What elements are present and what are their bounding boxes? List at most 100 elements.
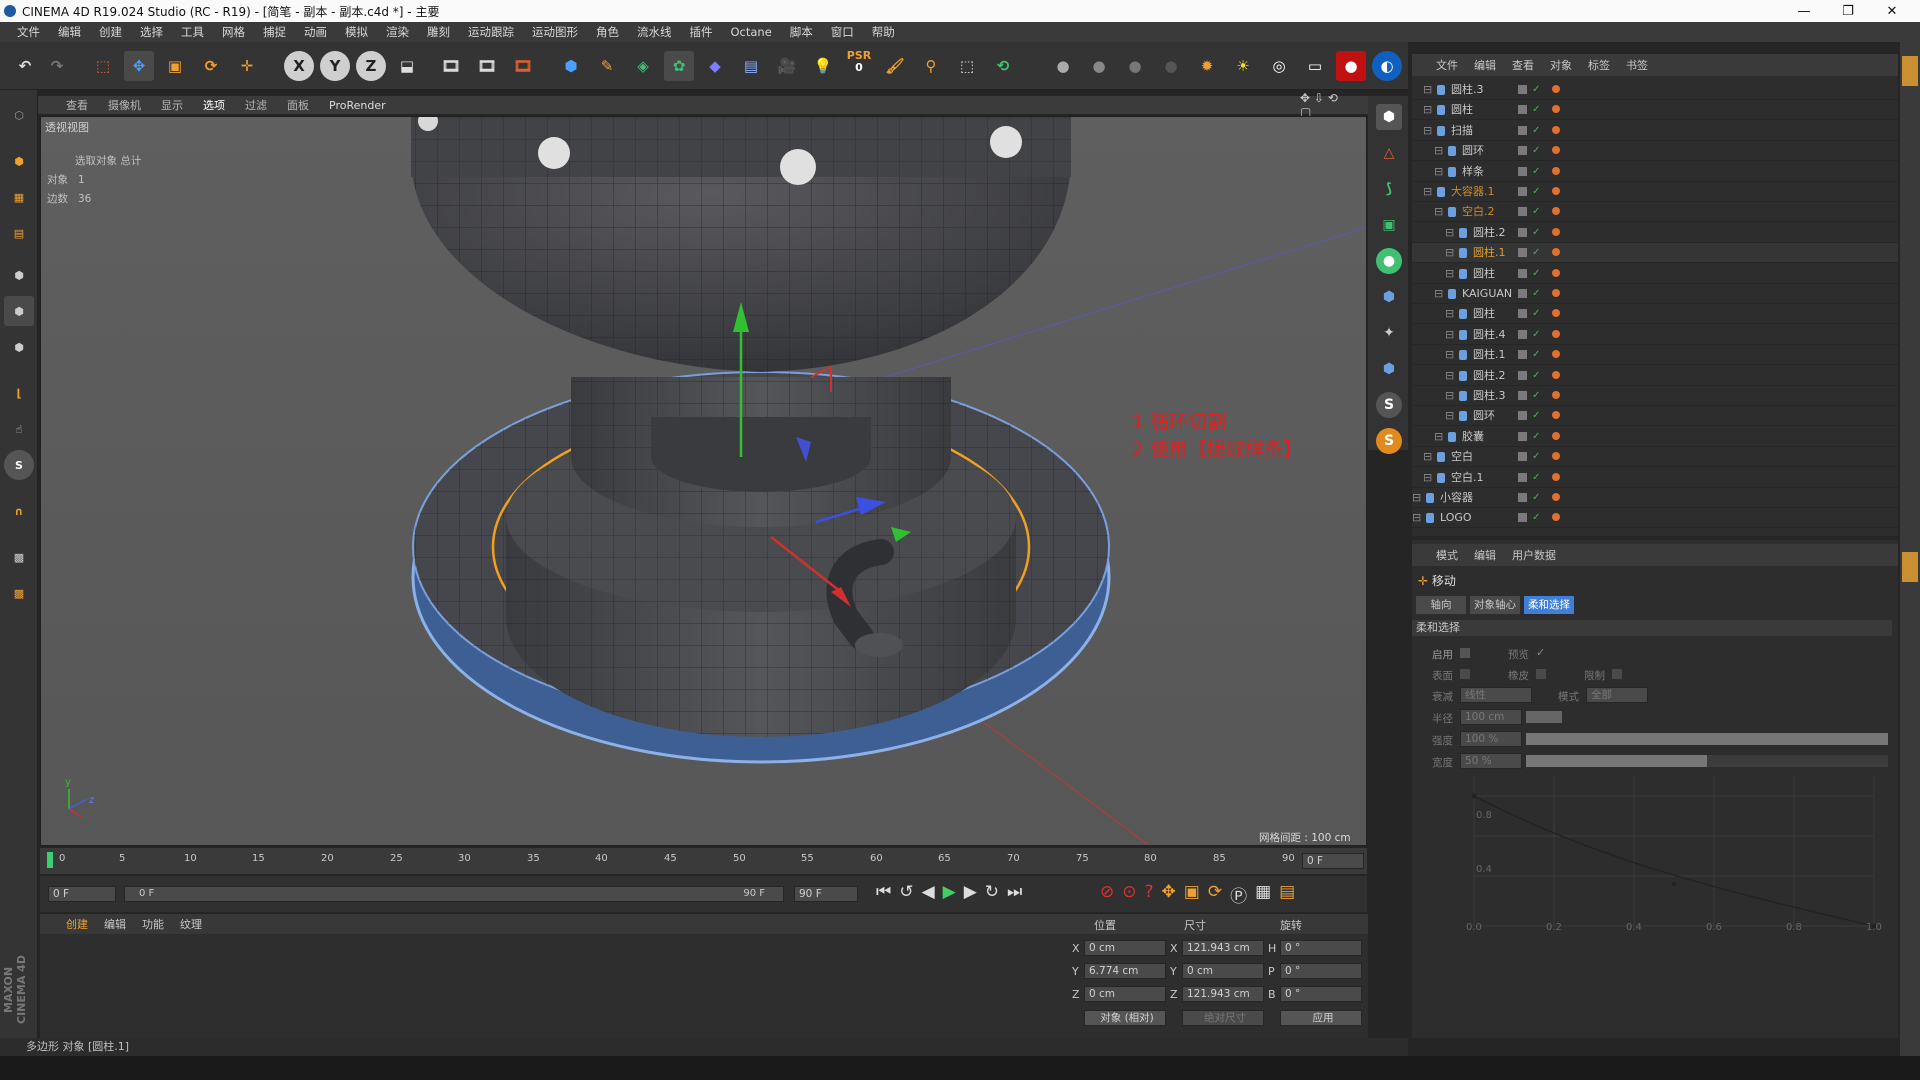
menu-sculpt[interactable]: 雕刻	[418, 24, 459, 40]
visibility-check-icon[interactable]: ✓	[1532, 223, 1540, 243]
layer-checkbox[interactable]	[1518, 207, 1527, 217]
layer-checkbox[interactable]	[1518, 105, 1527, 115]
layer-checkbox[interactable]	[1518, 431, 1527, 441]
goto-start-icon[interactable]: ⏮	[876, 882, 891, 902]
object-name[interactable]: 圆柱.1	[1473, 243, 1506, 263]
phong-tag-icon[interactable]	[1552, 268, 1560, 277]
layer-checkbox[interactable]	[1518, 248, 1527, 258]
object-row[interactable]: ⊟ LOGO ✓	[1412, 508, 1898, 529]
object-row[interactable]: ⊟ 空白.2 ✓	[1412, 202, 1898, 223]
palette-snap-icon[interactable]: S	[1376, 392, 1402, 418]
expand-toggle-icon[interactable]: ⊟	[1423, 468, 1432, 488]
coord-mode-dropdown[interactable]: 对象 (相对)	[1084, 1010, 1166, 1026]
render-settings-icon[interactable]: 🎞	[508, 51, 538, 81]
object-row[interactable]: ⊟ 圆环 ✓	[1412, 141, 1898, 162]
apply-button[interactable]: 应用	[1280, 1010, 1362, 1026]
expand-toggle-icon[interactable]: ⊟	[1445, 243, 1454, 263]
key-position-icon[interactable]: ✥	[1162, 882, 1176, 907]
grid-icon[interactable]: ▩	[4, 542, 34, 572]
palette-cube-icon[interactable]: ⬢	[1376, 104, 1402, 130]
menu-mesh[interactable]: 网格	[213, 24, 254, 40]
size-x-field[interactable]: 121.943 cm	[1182, 940, 1264, 956]
redo-icon[interactable]: ↷	[42, 51, 72, 81]
visibility-check-icon[interactable]: ✓	[1532, 447, 1540, 467]
octane-lights-icon[interactable]: ✹	[1192, 51, 1222, 81]
radius-slider[interactable]	[1526, 711, 1562, 723]
frame-icon[interactable]: ▭	[1300, 51, 1330, 81]
expand-toggle-icon[interactable]: ⊟	[1434, 141, 1443, 161]
phong-tag-icon[interactable]	[1552, 105, 1560, 114]
layer-checkbox[interactable]	[1518, 227, 1527, 237]
object-row[interactable]: ⊟ 圆柱 ✓	[1412, 100, 1898, 121]
expand-toggle-icon[interactable]: ⊟	[1445, 325, 1454, 345]
tab-soft-selection[interactable]: 柔和选择	[1524, 596, 1574, 614]
visibility-check-icon[interactable]: ✓	[1532, 264, 1540, 284]
perspective-viewport[interactable]: 透视视图 选取对象 总计 对象 1 边数 36 1 循环切割 2 使用【提取样条】 …	[40, 116, 1367, 846]
tab-axis[interactable]: 轴向	[1416, 596, 1466, 614]
object-row[interactable]: ⊟ 圆柱.2 ✓	[1412, 366, 1898, 386]
close-button[interactable]: ✕	[1870, 0, 1914, 22]
palette-script-icon[interactable]: S	[1376, 428, 1402, 454]
phong-tag-icon[interactable]	[1552, 85, 1560, 93]
visibility-check-icon[interactable]: ✓	[1532, 284, 1540, 304]
mat-tab-create[interactable]: 创建	[66, 916, 88, 932]
menu-script[interactable]: 脚本	[781, 24, 822, 40]
phong-tag-icon[interactable]	[1552, 329, 1560, 338]
object-name[interactable]: 圆柱	[1451, 100, 1473, 120]
brush-icon[interactable]: 🖌	[880, 51, 910, 81]
object-name[interactable]: 圆柱	[1473, 264, 1495, 284]
phong-tag-icon[interactable]	[1552, 513, 1560, 522]
visibility-check-icon[interactable]: ✓	[1532, 121, 1540, 141]
goz-icon[interactable]: ⬚	[952, 51, 982, 81]
mat-tab-texture[interactable]: 纹理	[180, 916, 202, 932]
layer-checkbox[interactable]	[1518, 268, 1527, 278]
menu-help[interactable]: 帮助	[863, 24, 904, 40]
phong-tag-icon[interactable]	[1552, 207, 1560, 216]
minimize-button[interactable]: —	[1782, 0, 1826, 22]
object-name[interactable]: 圆柱.3	[1451, 80, 1484, 100]
target-icon[interactable]: ◎	[1264, 51, 1294, 81]
phong-tag-icon[interactable]	[1552, 493, 1560, 501]
visibility-check-icon[interactable]: ✓	[1532, 80, 1540, 100]
character-icon[interactable]: ⚲	[916, 51, 946, 81]
visibility-check-icon[interactable]: ✓	[1532, 243, 1540, 263]
expand-toggle-icon[interactable]: ⊟	[1445, 406, 1454, 426]
object-name[interactable]: 大容器.1	[1451, 182, 1495, 202]
phong-tag-icon[interactable]	[1552, 370, 1560, 379]
render-picture-viewer-icon[interactable]: 🎞	[472, 51, 502, 81]
strength-slider[interactable]	[1526, 733, 1888, 745]
edges-mode-icon[interactable]: ⬢	[4, 296, 34, 326]
visibility-check-icon[interactable]: ✓	[1532, 202, 1540, 222]
menu-edit[interactable]: 编辑	[49, 24, 90, 40]
phong-tag-icon[interactable]	[1552, 472, 1560, 481]
keyframe-selection-icon[interactable]: ?	[1145, 882, 1154, 907]
size-y-field[interactable]: 0 cm	[1182, 963, 1264, 979]
object-name[interactable]: 圆柱.4	[1473, 325, 1506, 345]
vp-menu-view[interactable]: 查看	[66, 97, 88, 113]
layer-checkbox[interactable]	[1518, 370, 1527, 380]
palette-mograph-icon[interactable]: △	[1376, 140, 1402, 166]
play-icon[interactable]: ▶	[943, 882, 956, 902]
om-menu-bookmarks[interactable]: 书签	[1626, 57, 1648, 73]
object-row[interactable]: ⊟ 圆柱.2 ✓	[1412, 223, 1898, 243]
menu-create[interactable]: 创建	[90, 24, 131, 40]
object-row[interactable]: ⊟ 空白 ✓	[1412, 447, 1898, 468]
side-tab-objects[interactable]	[1902, 56, 1918, 86]
layer-checkbox[interactable]	[1518, 309, 1527, 319]
layer-checkbox[interactable]	[1518, 289, 1527, 298]
phong-tag-icon[interactable]	[1552, 125, 1560, 134]
rotate-tool-icon[interactable]: ⟳	[196, 51, 226, 81]
rotation-p-field[interactable]: 0 °	[1280, 963, 1362, 979]
visibility-check-icon[interactable]: ✓	[1532, 304, 1540, 324]
phong-tag-icon[interactable]	[1552, 146, 1560, 155]
expand-toggle-icon[interactable]: ⊟	[1423, 447, 1432, 467]
prev-key-icon[interactable]: ↺	[899, 882, 913, 902]
phong-tag-icon[interactable]	[1552, 166, 1560, 175]
model-mode-icon[interactable]: ⬢	[4, 146, 34, 176]
phong-tag-icon[interactable]	[1552, 350, 1560, 359]
palette-deformer-icon[interactable]: ⬢	[1376, 284, 1402, 310]
expand-toggle-icon[interactable]: ⊟	[1423, 121, 1432, 141]
size-z-field[interactable]: 121.943 cm	[1182, 986, 1264, 1002]
scene-render[interactable]	[41, 117, 1367, 846]
undo-icon[interactable]: ↶	[10, 51, 40, 81]
